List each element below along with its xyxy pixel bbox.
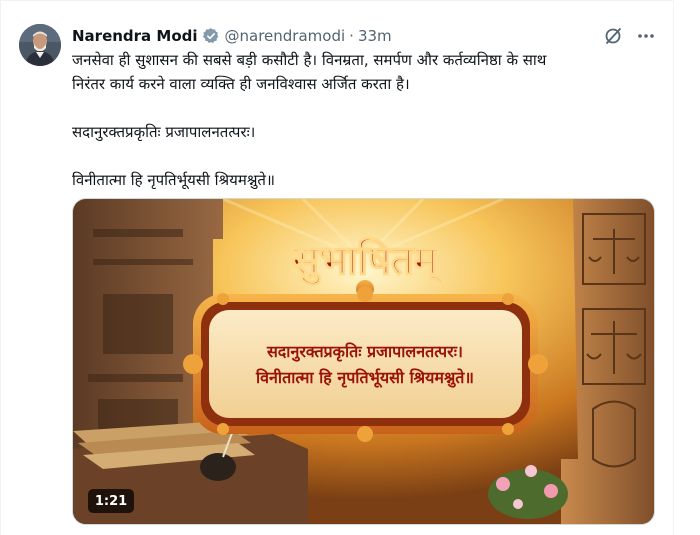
tweet-text: जनसेवा ही सुशासन की सबसे बड़ी कसौटी है। …: [72, 48, 662, 192]
video-thumbnail: सुभाषितम् सदानुरक्तप्रकृतिः प्रजापालनतत्…: [73, 199, 654, 524]
avatar-image: [19, 24, 61, 66]
video-verse-line2: विनीतात्मा हि नृपतिर्भूयसी श्रियमश्नुते॥: [255, 368, 474, 388]
grok-icon[interactable]: [603, 26, 623, 46]
avatar[interactable]: [19, 24, 61, 66]
tweet-header: Narendra Modi @narendramodi · 33m: [72, 25, 392, 47]
tweet-text-line2: निरंतर कार्य करने वाला व्यक्ति ही जनविश्…: [72, 75, 410, 93]
tweet-text-verse2: विनीतात्मा हि नृपतिर्भूयसी श्रियमश्नुते॥: [72, 171, 275, 189]
verified-badge-icon[interactable]: [202, 27, 220, 45]
top-border: [0, 0, 674, 1]
video-title-text: सुभाषितम्: [291, 237, 445, 286]
author-name[interactable]: Narendra Modi: [72, 27, 198, 45]
video-duration-badge: 1:21: [88, 489, 134, 513]
tweet-text-line1: जनसेवा ही सुशासन की सबसे बड़ी कसौटी है। …: [72, 51, 547, 69]
video-media[interactable]: सुभाषितम् सदानुरक्तप्रकृतिः प्रजापालनतत्…: [72, 198, 655, 525]
right-border: [673, 0, 674, 535]
tweet-text-verse1: सदानुरक्तप्रकृतिः प्रजापालनतत्परः।: [72, 123, 256, 141]
timestamp[interactable]: 33m: [358, 27, 392, 45]
left-border: [0, 0, 1, 535]
more-icon[interactable]: [636, 26, 656, 46]
video-verse-line1: सदानुरक्तप्रकृतिः प्रजापालनतत्परः।: [266, 342, 463, 362]
separator-dot: ·: [349, 27, 354, 45]
author-handle[interactable]: @narendramodi: [225, 27, 346, 45]
